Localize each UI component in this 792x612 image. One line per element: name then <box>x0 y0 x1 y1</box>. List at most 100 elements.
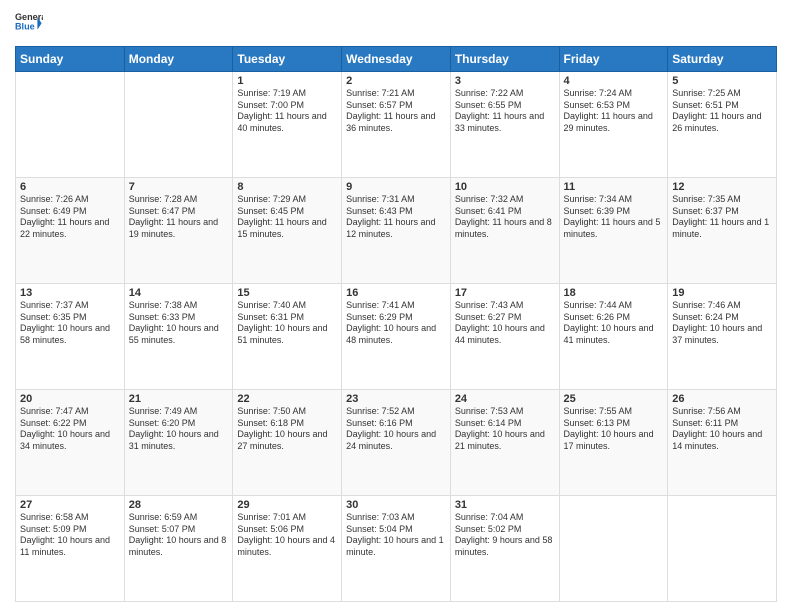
cell-info: Sunrise: 7:49 AMSunset: 6:20 PMDaylight:… <box>129 406 229 453</box>
day-number: 8 <box>237 181 337 193</box>
day-number: 13 <box>20 287 120 299</box>
cell-info: Sunrise: 7:25 AMSunset: 6:51 PMDaylight:… <box>672 88 772 135</box>
day-number: 9 <box>346 181 446 193</box>
calendar-cell: 21Sunrise: 7:49 AMSunset: 6:20 PMDayligh… <box>124 390 233 496</box>
calendar-cell: 30Sunrise: 7:03 AMSunset: 5:04 PMDayligh… <box>342 496 451 602</box>
calendar-cell: 22Sunrise: 7:50 AMSunset: 6:18 PMDayligh… <box>233 390 342 496</box>
day-header-wednesday: Wednesday <box>342 47 451 72</box>
cell-info: Sunrise: 7:50 AMSunset: 6:18 PMDaylight:… <box>237 406 337 453</box>
cell-info: Sunrise: 7:01 AMSunset: 5:06 PMDaylight:… <box>237 512 337 559</box>
calendar-table: SundayMondayTuesdayWednesdayThursdayFrid… <box>15 46 777 602</box>
day-number: 11 <box>564 181 664 193</box>
cell-info: Sunrise: 7:40 AMSunset: 6:31 PMDaylight:… <box>237 300 337 347</box>
calendar-header-row: SundayMondayTuesdayWednesdayThursdayFrid… <box>16 47 777 72</box>
calendar-cell: 8Sunrise: 7:29 AMSunset: 6:45 PMDaylight… <box>233 178 342 284</box>
day-number: 29 <box>237 499 337 511</box>
page-header: GeneralBlue <box>15 10 777 38</box>
calendar-cell: 28Sunrise: 6:59 AMSunset: 5:07 PMDayligh… <box>124 496 233 602</box>
cell-info: Sunrise: 7:44 AMSunset: 6:26 PMDaylight:… <box>564 300 664 347</box>
cell-info: Sunrise: 7:03 AMSunset: 5:04 PMDaylight:… <box>346 512 446 559</box>
calendar-cell: 19Sunrise: 7:46 AMSunset: 6:24 PMDayligh… <box>668 284 777 390</box>
cell-info: Sunrise: 7:38 AMSunset: 6:33 PMDaylight:… <box>129 300 229 347</box>
day-number: 20 <box>20 393 120 405</box>
day-number: 19 <box>672 287 772 299</box>
calendar-cell: 13Sunrise: 7:37 AMSunset: 6:35 PMDayligh… <box>16 284 125 390</box>
day-number: 24 <box>455 393 555 405</box>
day-number: 6 <box>20 181 120 193</box>
calendar-week-4: 20Sunrise: 7:47 AMSunset: 6:22 PMDayligh… <box>16 390 777 496</box>
day-header-sunday: Sunday <box>16 47 125 72</box>
calendar-cell: 2Sunrise: 7:21 AMSunset: 6:57 PMDaylight… <box>342 72 451 178</box>
day-number: 4 <box>564 75 664 87</box>
day-number: 3 <box>455 75 555 87</box>
day-number: 1 <box>237 75 337 87</box>
calendar-cell: 9Sunrise: 7:31 AMSunset: 6:43 PMDaylight… <box>342 178 451 284</box>
day-number: 10 <box>455 181 555 193</box>
cell-info: Sunrise: 7:53 AMSunset: 6:14 PMDaylight:… <box>455 406 555 453</box>
day-number: 12 <box>672 181 772 193</box>
day-number: 28 <box>129 499 229 511</box>
cell-info: Sunrise: 6:58 AMSunset: 5:09 PMDaylight:… <box>20 512 120 559</box>
day-number: 5 <box>672 75 772 87</box>
cell-info: Sunrise: 7:37 AMSunset: 6:35 PMDaylight:… <box>20 300 120 347</box>
cell-info: Sunrise: 7:32 AMSunset: 6:41 PMDaylight:… <box>455 194 555 241</box>
cell-info: Sunrise: 7:35 AMSunset: 6:37 PMDaylight:… <box>672 194 772 241</box>
calendar-cell: 31Sunrise: 7:04 AMSunset: 5:02 PMDayligh… <box>450 496 559 602</box>
calendar-cell <box>559 496 668 602</box>
day-header-monday: Monday <box>124 47 233 72</box>
calendar-week-5: 27Sunrise: 6:58 AMSunset: 5:09 PMDayligh… <box>16 496 777 602</box>
calendar-cell: 18Sunrise: 7:44 AMSunset: 6:26 PMDayligh… <box>559 284 668 390</box>
cell-info: Sunrise: 7:46 AMSunset: 6:24 PMDaylight:… <box>672 300 772 347</box>
cell-info: Sunrise: 7:34 AMSunset: 6:39 PMDaylight:… <box>564 194 664 241</box>
svg-text:Blue: Blue <box>15 22 35 32</box>
cell-info: Sunrise: 7:22 AMSunset: 6:55 PMDaylight:… <box>455 88 555 135</box>
cell-info: Sunrise: 7:43 AMSunset: 6:27 PMDaylight:… <box>455 300 555 347</box>
calendar-week-3: 13Sunrise: 7:37 AMSunset: 6:35 PMDayligh… <box>16 284 777 390</box>
cell-info: Sunrise: 7:26 AMSunset: 6:49 PMDaylight:… <box>20 194 120 241</box>
calendar-cell: 4Sunrise: 7:24 AMSunset: 6:53 PMDaylight… <box>559 72 668 178</box>
day-number: 17 <box>455 287 555 299</box>
calendar-cell: 16Sunrise: 7:41 AMSunset: 6:29 PMDayligh… <box>342 284 451 390</box>
calendar-cell: 6Sunrise: 7:26 AMSunset: 6:49 PMDaylight… <box>16 178 125 284</box>
day-number: 22 <box>237 393 337 405</box>
calendar-cell: 17Sunrise: 7:43 AMSunset: 6:27 PMDayligh… <box>450 284 559 390</box>
calendar-cell: 26Sunrise: 7:56 AMSunset: 6:11 PMDayligh… <box>668 390 777 496</box>
day-number: 30 <box>346 499 446 511</box>
calendar-cell: 20Sunrise: 7:47 AMSunset: 6:22 PMDayligh… <box>16 390 125 496</box>
cell-info: Sunrise: 7:28 AMSunset: 6:47 PMDaylight:… <box>129 194 229 241</box>
calendar-cell: 29Sunrise: 7:01 AMSunset: 5:06 PMDayligh… <box>233 496 342 602</box>
day-number: 21 <box>129 393 229 405</box>
calendar-cell: 12Sunrise: 7:35 AMSunset: 6:37 PMDayligh… <box>668 178 777 284</box>
cell-info: Sunrise: 7:21 AMSunset: 6:57 PMDaylight:… <box>346 88 446 135</box>
calendar-cell: 3Sunrise: 7:22 AMSunset: 6:55 PMDaylight… <box>450 72 559 178</box>
calendar-cell <box>668 496 777 602</box>
cell-info: Sunrise: 7:41 AMSunset: 6:29 PMDaylight:… <box>346 300 446 347</box>
logo: GeneralBlue <box>15 10 43 38</box>
calendar-cell: 14Sunrise: 7:38 AMSunset: 6:33 PMDayligh… <box>124 284 233 390</box>
cell-info: Sunrise: 7:47 AMSunset: 6:22 PMDaylight:… <box>20 406 120 453</box>
day-number: 15 <box>237 287 337 299</box>
cell-info: Sunrise: 7:55 AMSunset: 6:13 PMDaylight:… <box>564 406 664 453</box>
calendar-cell: 15Sunrise: 7:40 AMSunset: 6:31 PMDayligh… <box>233 284 342 390</box>
cell-info: Sunrise: 7:29 AMSunset: 6:45 PMDaylight:… <box>237 194 337 241</box>
day-number: 31 <box>455 499 555 511</box>
cell-info: Sunrise: 7:56 AMSunset: 6:11 PMDaylight:… <box>672 406 772 453</box>
day-number: 18 <box>564 287 664 299</box>
cell-info: Sunrise: 7:24 AMSunset: 6:53 PMDaylight:… <box>564 88 664 135</box>
calendar-cell: 5Sunrise: 7:25 AMSunset: 6:51 PMDaylight… <box>668 72 777 178</box>
calendar-cell <box>16 72 125 178</box>
calendar-cell: 27Sunrise: 6:58 AMSunset: 5:09 PMDayligh… <box>16 496 125 602</box>
logo-icon: GeneralBlue <box>15 10 43 38</box>
calendar-cell: 11Sunrise: 7:34 AMSunset: 6:39 PMDayligh… <box>559 178 668 284</box>
day-number: 14 <box>129 287 229 299</box>
day-number: 16 <box>346 287 446 299</box>
day-number: 25 <box>564 393 664 405</box>
calendar-cell: 25Sunrise: 7:55 AMSunset: 6:13 PMDayligh… <box>559 390 668 496</box>
calendar-cell: 10Sunrise: 7:32 AMSunset: 6:41 PMDayligh… <box>450 178 559 284</box>
calendar-cell: 24Sunrise: 7:53 AMSunset: 6:14 PMDayligh… <box>450 390 559 496</box>
calendar-week-1: 1Sunrise: 7:19 AMSunset: 7:00 PMDaylight… <box>16 72 777 178</box>
day-number: 2 <box>346 75 446 87</box>
day-number: 7 <box>129 181 229 193</box>
day-number: 27 <box>20 499 120 511</box>
day-header-thursday: Thursday <box>450 47 559 72</box>
